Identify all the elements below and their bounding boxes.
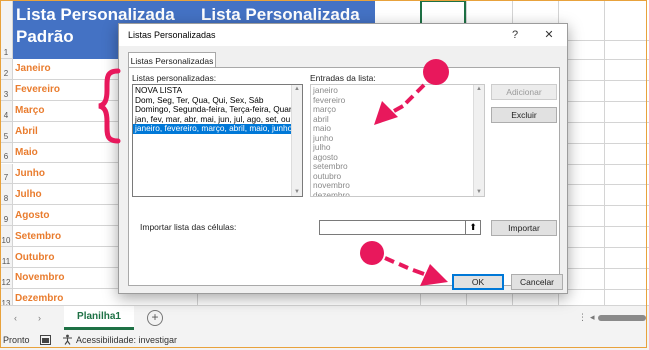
row-header[interactable]: 6 xyxy=(0,142,13,164)
row-header[interactable]: 3 xyxy=(0,79,13,101)
row-header[interactable]: 10 xyxy=(0,226,13,248)
row-header[interactable]: 4 xyxy=(0,100,13,122)
custom-list-item[interactable]: jan, fev, mar, abr, mai, jun, jul, ago, … xyxy=(133,115,292,125)
list-entry: dezembro xyxy=(313,189,350,197)
scroll-down-icon[interactable]: ▼ xyxy=(293,189,301,195)
custom-list-item[interactable]: Dom, Seg, Ter, Qua, Qui, Sex, Sáb xyxy=(133,96,292,106)
list-entries-box[interactable]: janeiro fevereiro março abril maio junho julho… xyxy=(310,84,485,197)
collapse-dialog-icon[interactable]: ⬆ xyxy=(465,221,480,234)
custom-list-item[interactable]: NOVA LISTA xyxy=(133,86,292,96)
cancel-button[interactable]: Cancelar xyxy=(511,274,563,290)
custom-lists-listbox[interactable]: NOVA LISTA Dom, Seg, Ter, Qua, Qui, Sex, … xyxy=(132,84,303,197)
list-entry: março xyxy=(313,104,337,114)
sheet-tab-bar: ‹ › Planilha1 + ⋮ ◂ xyxy=(0,305,649,332)
row-header[interactable]: 11 xyxy=(0,247,13,268)
list-entry: fevereiro xyxy=(313,94,346,105)
dialog-title: Listas Personalizadas xyxy=(128,30,216,40)
row-header[interactable]: 5 xyxy=(0,121,13,143)
row-header[interactable]: 9 xyxy=(0,205,13,227)
list-entry: maio xyxy=(313,123,331,133)
lists-label: Listas personalizadas: xyxy=(132,73,217,83)
close-icon[interactable]: ✕ xyxy=(539,27,559,43)
import-label: Importar lista das células: xyxy=(140,222,237,232)
delete-button[interactable]: Excluir xyxy=(491,107,557,123)
list-entry: abril xyxy=(313,113,329,124)
ok-button[interactable]: OK xyxy=(452,274,504,290)
status-bar: Pronto Acessibilidade: investigar xyxy=(0,331,649,350)
horizontal-scrollbar[interactable] xyxy=(598,315,646,321)
entries-scrollbar[interactable]: ▲ ▼ xyxy=(473,85,484,196)
sheet-tab-planilha1[interactable]: Planilha1 xyxy=(64,306,134,330)
more-options-icon[interactable]: ⋮ xyxy=(578,312,587,323)
entries-label: Entradas da lista: xyxy=(310,73,376,83)
custom-list-item[interactable]: Domingo, Segunda-feira, Terça-feira, Qua… xyxy=(133,105,292,115)
custom-lists-dialog: Listas Personalizadas ? ✕ Listas Persona… xyxy=(118,23,568,294)
grid-line xyxy=(604,0,605,305)
tab-next-icon[interactable]: › xyxy=(38,313,41,323)
row-header[interactable]: 8 xyxy=(0,184,13,206)
import-button[interactable]: Importar xyxy=(491,220,557,236)
dialog-titlebar[interactable]: Listas Personalizadas ? ✕ xyxy=(119,24,567,46)
scroll-left-icon[interactable]: ◂ xyxy=(590,312,595,323)
help-icon[interactable]: ? xyxy=(505,27,525,43)
scroll-down-icon[interactable]: ▼ xyxy=(475,189,483,195)
custom-list-item[interactable]: janeiro, fevereiro, março, abril, maio, … xyxy=(133,124,292,134)
scroll-up-icon[interactable]: ▲ xyxy=(293,86,301,92)
macro-record-icon[interactable] xyxy=(40,335,51,345)
row-header[interactable]: 7 xyxy=(0,163,13,185)
status-accessibility[interactable]: Acessibilidade: investigar xyxy=(76,335,177,345)
status-ready: Pronto xyxy=(3,335,30,345)
add-button[interactable]: Adicionar xyxy=(491,84,557,100)
row-header[interactable]: 1 xyxy=(0,0,13,59)
row-header[interactable]: 12 xyxy=(0,268,13,289)
row-header[interactable]: 2 xyxy=(0,59,13,80)
tab-panel: Listas personalizadas: Entradas da lista… xyxy=(128,67,560,286)
import-range-input[interactable]: ⬆ xyxy=(319,220,481,235)
tab-custom-lists[interactable]: Listas Personalizadas xyxy=(128,52,216,68)
accessibility-icon[interactable] xyxy=(62,334,73,345)
lists-scrollbar[interactable]: ▲ ▼ xyxy=(291,85,302,196)
scroll-up-icon[interactable]: ▲ xyxy=(475,86,483,92)
add-sheet-icon[interactable]: + xyxy=(147,310,163,326)
list-entry: junho xyxy=(313,132,334,143)
tab-prev-icon[interactable]: ‹ xyxy=(14,313,17,323)
